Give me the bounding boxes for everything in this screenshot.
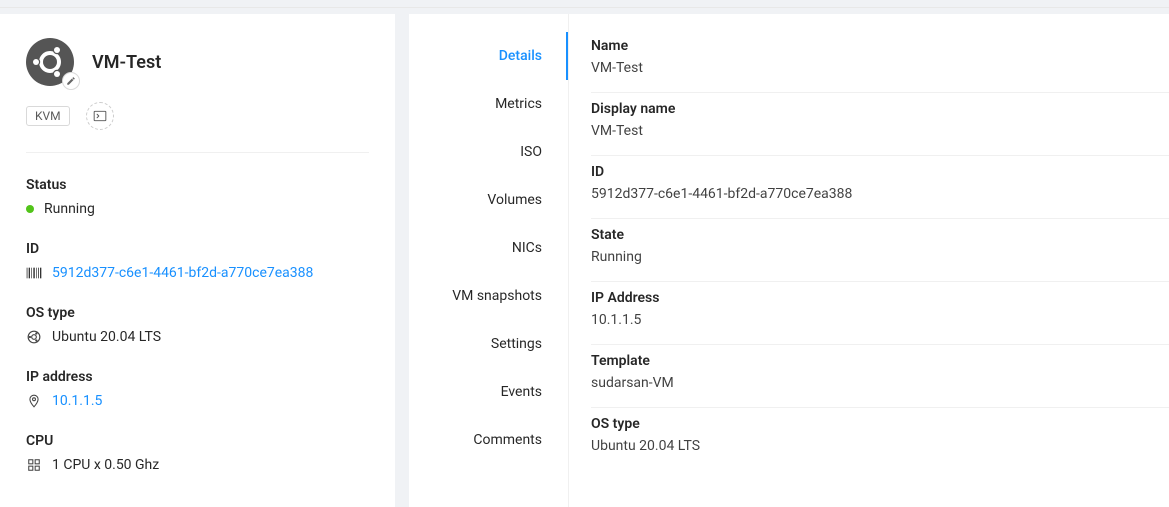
detail-os-type-label: OS type <box>591 416 1169 432</box>
id-value-row: 5912d377-c6e1-4461-bf2d-a770ce7ea388 <box>26 265 369 281</box>
pin-icon <box>26 394 42 408</box>
detail-name-label: Name <box>591 38 1169 54</box>
ip-value-row: 10.1.1.5 <box>26 393 369 409</box>
detail-row-os-type: OS type Ubuntu 20.04 LTS <box>591 408 1169 470</box>
detail-row-display-name: Display name VM-Test <box>591 93 1169 156</box>
edit-avatar-button[interactable] <box>62 72 80 90</box>
detail-id-value: 5912d377-c6e1-4461-bf2d-a770ce7ea388 <box>591 186 1169 202</box>
chip-row: KVM <box>26 102 369 130</box>
summary-panel: VM-Test KVM Status Running ID <box>0 14 395 507</box>
id-block: ID 5912d377-c6e1-4461-bf2d-a770ce7ea388 <box>26 241 369 281</box>
tab-vm-snapshots[interactable]: VM snapshots <box>409 272 568 320</box>
detail-display-name-value: VM-Test <box>591 123 1169 139</box>
hypervisor-chip: KVM <box>26 106 70 126</box>
tab-metrics[interactable]: Metrics <box>409 80 568 128</box>
ip-label: IP address <box>26 369 369 385</box>
cpu-value: 1 CPU x 0.50 Ghz <box>52 457 159 473</box>
console-button[interactable] <box>86 102 114 130</box>
detail-row-id: ID 5912d377-c6e1-4461-bf2d-a770ce7ea388 <box>591 156 1169 219</box>
details-panel: Details Metrics ISO Volumes NICs VM snap… <box>409 14 1169 507</box>
detail-name-value: VM-Test <box>591 60 1169 76</box>
os-avatar <box>26 38 74 86</box>
id-link[interactable]: 5912d377-c6e1-4461-bf2d-a770ce7ea388 <box>52 265 313 281</box>
grid-icon <box>26 458 42 472</box>
vm-title: VM-Test <box>92 52 161 73</box>
barcode-icon <box>26 266 42 280</box>
tab-list: Details Metrics ISO Volumes NICs VM snap… <box>409 14 569 507</box>
tab-iso[interactable]: ISO <box>409 128 568 176</box>
main-layout: VM-Test KVM Status Running ID <box>0 8 1169 507</box>
vm-header: VM-Test <box>26 38 369 86</box>
status-value: Running <box>44 201 95 217</box>
detail-display-name-label: Display name <box>591 101 1169 117</box>
os-type-label: OS type <box>26 305 369 321</box>
detail-row-ip: IP Address 10.1.1.5 <box>591 282 1169 345</box>
status-dot <box>26 205 34 213</box>
detail-ip-label: IP Address <box>591 290 1169 306</box>
detail-content: Name VM-Test Display name VM-Test ID 591… <box>569 14 1169 507</box>
ip-block: IP address 10.1.1.5 <box>26 369 369 409</box>
edit-icon <box>66 76 76 86</box>
os-icon <box>26 330 42 344</box>
detail-state-label: State <box>591 227 1169 243</box>
status-label: Status <box>26 177 369 193</box>
divider <box>26 152 369 153</box>
tab-nics[interactable]: NICs <box>409 224 568 272</box>
cpu-value-row: 1 CPU x 0.50 Ghz <box>26 457 369 473</box>
detail-id-label: ID <box>591 164 1169 180</box>
tab-volumes[interactable]: Volumes <box>409 176 568 224</box>
detail-row-template: Template sudarsan-VM <box>591 345 1169 408</box>
detail-row-name: Name VM-Test <box>591 38 1169 93</box>
detail-template-value: sudarsan-VM <box>591 375 1169 391</box>
top-border <box>0 0 1169 8</box>
status-block: Status Running <box>26 177 369 217</box>
detail-state-value: Running <box>591 249 1169 265</box>
os-type-value-row: Ubuntu 20.04 LTS <box>26 329 369 345</box>
console-icon <box>93 109 107 123</box>
detail-row-state: State Running <box>591 219 1169 282</box>
tab-comments[interactable]: Comments <box>409 416 568 464</box>
detail-ip-value: 10.1.1.5 <box>591 312 1169 328</box>
detail-template-label: Template <box>591 353 1169 369</box>
os-type-value: Ubuntu 20.04 LTS <box>52 329 161 345</box>
tab-settings[interactable]: Settings <box>409 320 568 368</box>
ip-link[interactable]: 10.1.1.5 <box>52 393 102 409</box>
id-label: ID <box>26 241 369 257</box>
tab-details[interactable]: Details <box>409 32 568 80</box>
tab-events[interactable]: Events <box>409 368 568 416</box>
status-value-row: Running <box>26 201 369 217</box>
cpu-label: CPU <box>26 433 369 449</box>
detail-os-type-value: Ubuntu 20.04 LTS <box>591 438 1169 454</box>
cpu-block: CPU 1 CPU x 0.50 Ghz <box>26 433 369 473</box>
os-type-block: OS type Ubuntu 20.04 LTS <box>26 305 369 345</box>
